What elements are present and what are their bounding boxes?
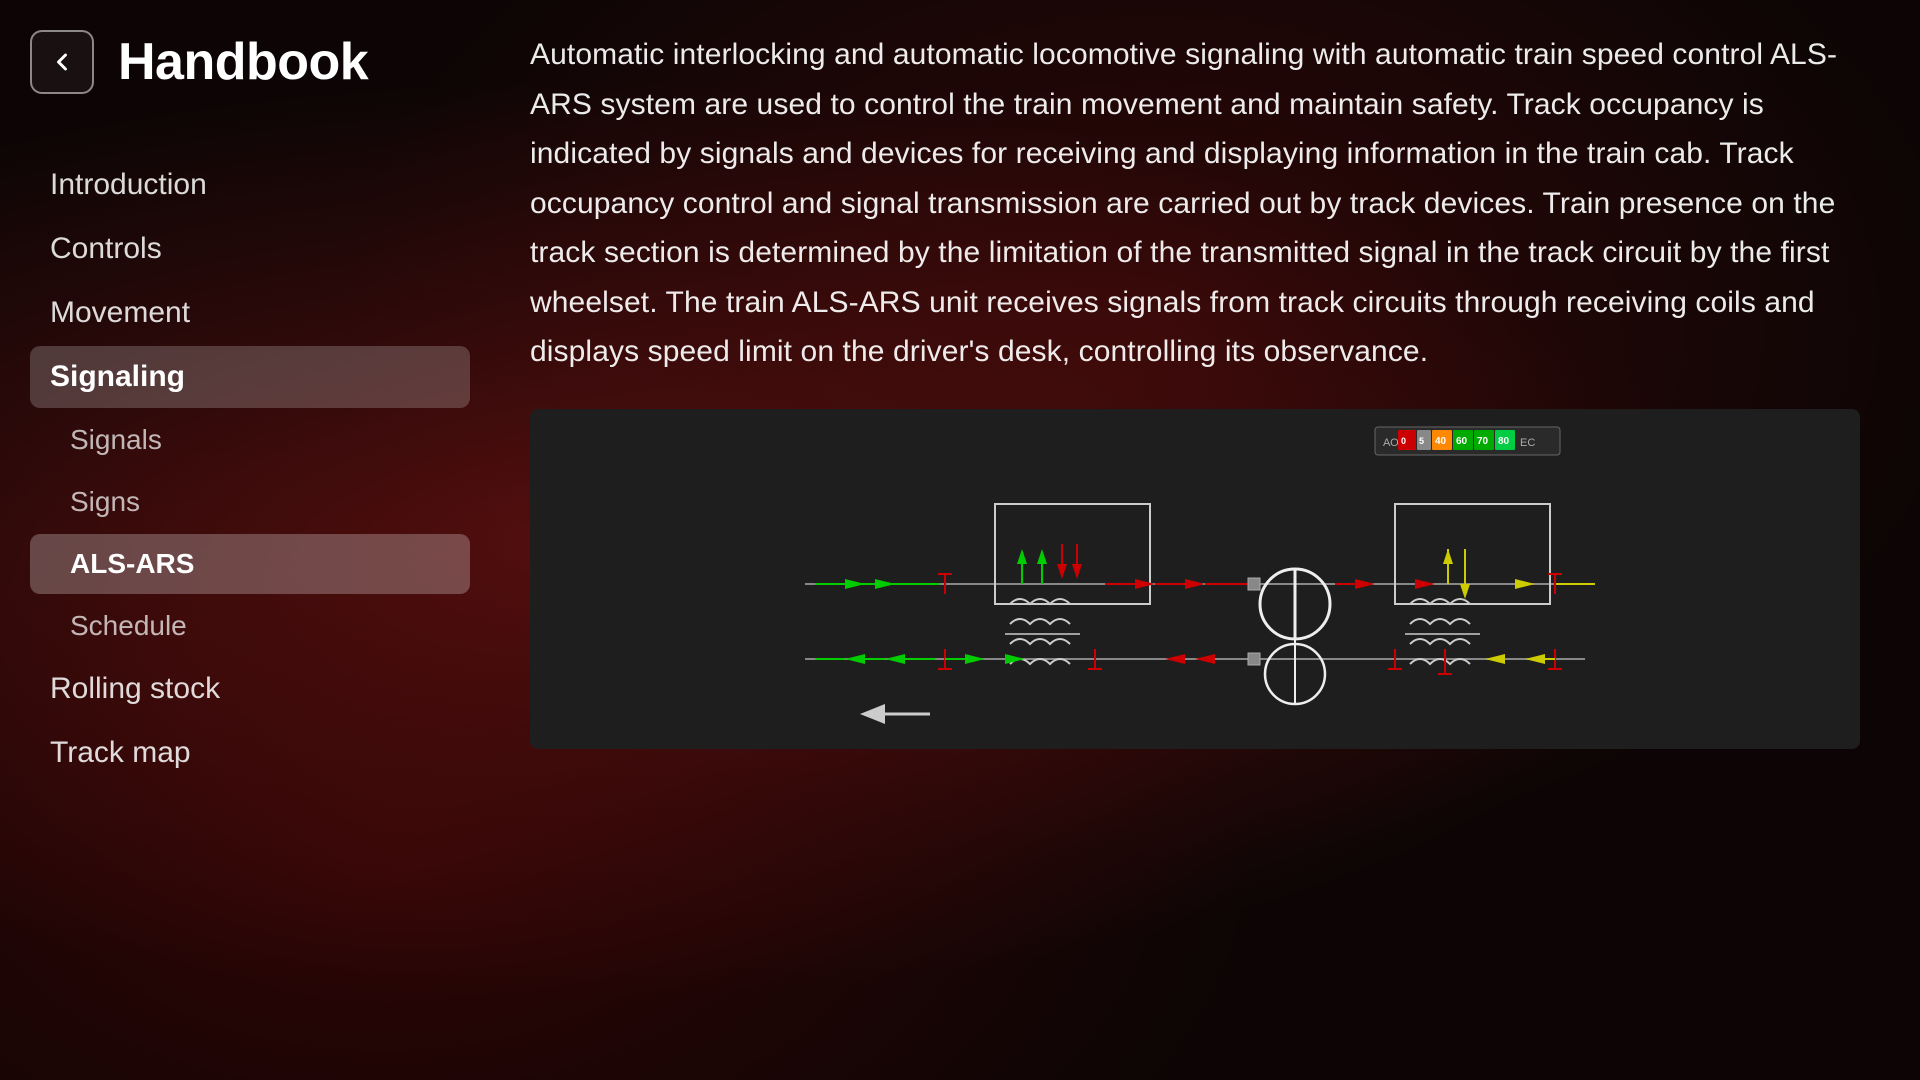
sidebar-item-label-movement: Movement	[30, 282, 470, 344]
sidebar-item-label-controls: Controls	[30, 218, 470, 280]
svg-text:70: 70	[1477, 436, 1489, 447]
svg-text:5: 5	[1419, 436, 1424, 446]
sidebar-item-schedule[interactable]: Schedule	[30, 596, 470, 656]
sidebar-item-label-signs: Signs	[30, 472, 470, 532]
app-title: Handbook	[118, 32, 368, 92]
svg-text:0: 0	[1401, 436, 1406, 446]
sidebar-item-introduction[interactable]: Introduction	[30, 154, 470, 216]
svg-text:60: 60	[1456, 436, 1468, 447]
nav-list: IntroductionControlsMovementSignalingSig…	[30, 154, 470, 784]
main-content: Automatic interlocking and automatic loc…	[490, 0, 1920, 1080]
sidebar-item-label-track-map: Track map	[30, 722, 470, 784]
svg-text:АО: АО	[1383, 437, 1399, 449]
sidebar-item-label-signaling: Signaling	[30, 346, 470, 408]
sidebar-item-signs[interactable]: Signs	[30, 472, 470, 532]
sidebar-item-label-als-ars: ALS-ARS	[30, 534, 470, 594]
svg-text:ЕС: ЕС	[1520, 437, 1535, 449]
back-icon	[48, 48, 76, 76]
als-ars-diagram: АО 0 5 40 60 70 80 ЕС	[530, 409, 1860, 749]
sidebar-item-rolling-stock[interactable]: Rolling stock	[30, 658, 470, 720]
main-layout: Handbook IntroductionControlsMovementSig…	[0, 0, 1920, 1080]
sidebar-item-signals[interactable]: Signals	[30, 410, 470, 470]
sidebar-item-signaling[interactable]: Signaling	[30, 346, 470, 408]
back-button[interactable]	[30, 30, 94, 94]
svg-text:80: 80	[1498, 436, 1510, 447]
sidebar-item-als-ars[interactable]: ALS-ARS	[30, 534, 470, 594]
sidebar-item-track-map[interactable]: Track map	[30, 722, 470, 784]
description-text: Automatic interlocking and automatic loc…	[530, 30, 1860, 377]
sidebar: Handbook IntroductionControlsMovementSig…	[0, 0, 490, 1080]
app-header: Handbook	[30, 30, 470, 94]
sidebar-item-label-introduction: Introduction	[30, 154, 470, 216]
diagram-svg: АО 0 5 40 60 70 80 ЕС	[530, 409, 1860, 749]
sidebar-item-label-schedule: Schedule	[30, 596, 470, 656]
svg-text:40: 40	[1435, 436, 1447, 447]
sidebar-item-label-signals: Signals	[30, 410, 470, 470]
sidebar-item-label-rolling-stock: Rolling stock	[30, 658, 470, 720]
sidebar-item-controls[interactable]: Controls	[30, 218, 470, 280]
sidebar-item-movement[interactable]: Movement	[30, 282, 470, 344]
